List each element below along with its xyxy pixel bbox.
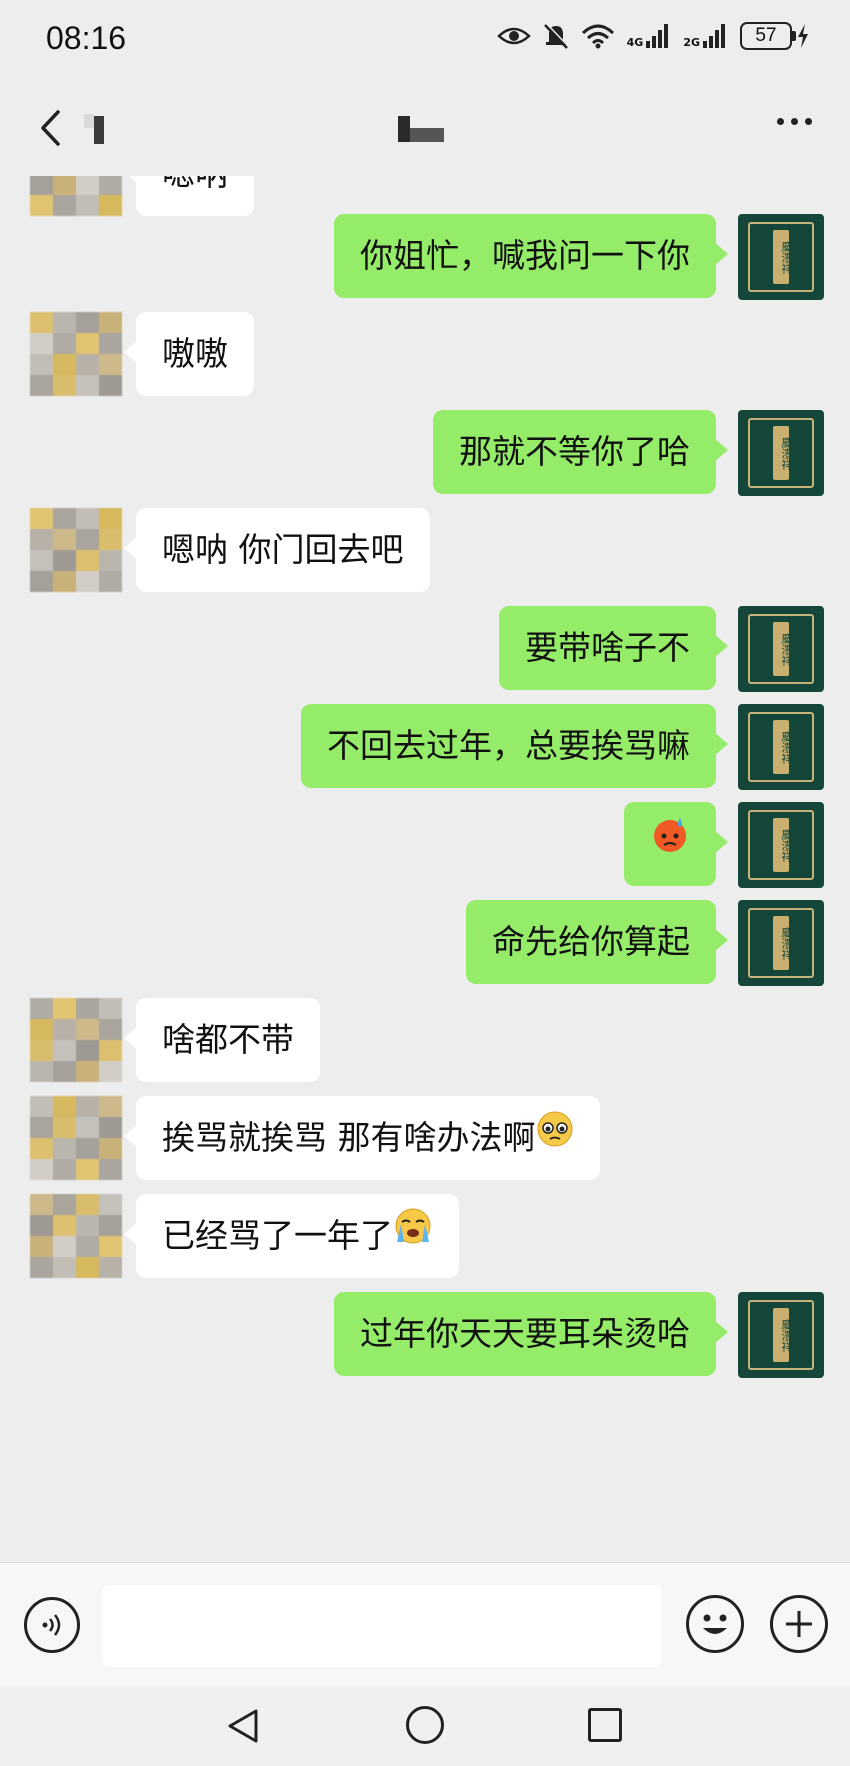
my-avatar[interactable]: 慶澧祥 — [738, 900, 824, 986]
cold-sweat-emoji — [650, 801, 690, 885]
message-input[interactable] — [102, 1585, 662, 1667]
status-icons: 4G 2G 57 — [496, 22, 810, 50]
message-row-outgoing: 慶澧祥 那就不等你了哈 — [0, 410, 850, 496]
message-row-outgoing: 慶澧祥 — [0, 801, 850, 888]
my-avatar[interactable]: 慶澧祥 — [738, 802, 824, 888]
loudly-crying-emoji — [393, 1193, 433, 1277]
my-avatar[interactable]: 慶澧祥 — [738, 410, 824, 496]
eye-icon — [496, 24, 531, 48]
plus-button[interactable] — [770, 1595, 828, 1653]
avatar-logo-text: 慶澧祥 — [780, 926, 793, 960]
pleading-face-emoji — [536, 1095, 574, 1179]
my-avatar[interactable]: 慶澧祥 — [738, 704, 824, 790]
plus-icon — [786, 1611, 812, 1637]
system-back-button[interactable] — [226, 1708, 260, 1748]
system-recents-button[interactable] — [588, 1708, 622, 1742]
voice-button[interactable] — [24, 1597, 80, 1653]
message-list[interactable]: 嗯呐慶澧祥你姐忙，喊我问一下你嗷嗷慶澧祥那就不等你了哈嗯呐 你门回去吧慶澧祥要带… — [0, 176, 850, 1562]
wifi-icon — [581, 23, 615, 49]
more-dots-icon — [777, 118, 784, 125]
signal-2g-icon: 2G — [683, 23, 728, 49]
net-2g-label: 2G — [683, 36, 700, 49]
message-bubble[interactable]: 过年你天天要耳朵烫哈 — [334, 1292, 728, 1376]
voice-icon — [42, 1614, 61, 1636]
message-row-outgoing: 慶澧祥 过年你天天要耳朵烫哈 — [0, 1292, 850, 1378]
avatar-logo-text: 慶澧祥 — [780, 436, 793, 470]
message-row-incoming: 嗯呐 你门回去吧 — [0, 508, 850, 592]
status-bar: 08:16 4G 2G 57 — [0, 0, 850, 80]
avatar-logo-text: 慶澧祥 — [780, 240, 793, 274]
message-row-incoming: 啥都不带 — [0, 998, 850, 1082]
message-text: 你姐忙，喊我问一下你 — [360, 236, 690, 275]
message-row-outgoing: 慶澧祥 要带啥子不 — [0, 606, 850, 692]
avatar-logo-text: 慶澧祥 — [780, 828, 793, 862]
blurred-contact-marker — [78, 112, 114, 148]
message-bubble[interactable]: 啥都不带 — [124, 998, 320, 1082]
message-bubble[interactable]: 嗯呐 — [124, 176, 254, 216]
battery-level: 57 — [740, 22, 792, 50]
message-row-incoming: 挨骂就挨骂 那有啥办法啊 — [0, 1096, 850, 1180]
contact-avatar[interactable] — [30, 508, 122, 592]
message-row-incoming: 嗷嗷 — [0, 312, 850, 396]
net-4g-label: 4G — [626, 36, 644, 49]
message-bubble[interactable]: 要带啥子不 — [499, 606, 728, 690]
message-text: 不回去过年，总要挨骂嘛 — [327, 726, 690, 765]
message-text: 要带啥子不 — [525, 628, 690, 667]
message-bubble[interactable]: 已经骂了一年了 — [124, 1193, 459, 1278]
my-avatar[interactable]: 慶澧祥 — [738, 1292, 824, 1378]
mute-bell-icon — [543, 22, 569, 50]
message-bubble[interactable]: 那就不等你了哈 — [433, 410, 728, 494]
message-bubble[interactable] — [624, 801, 728, 886]
message-text: 命先给你算起 — [492, 922, 690, 961]
contact-avatar[interactable] — [30, 1194, 122, 1278]
chat-header — [0, 80, 850, 176]
message-bubble[interactable]: 挨骂就挨骂 那有啥办法啊 — [124, 1095, 600, 1180]
chevron-left-icon — [41, 110, 60, 146]
charging-icon — [798, 24, 808, 48]
contact-name-redacted — [398, 116, 444, 142]
message-row-outgoing: 慶澧祥 命先给你算起 — [0, 900, 850, 986]
message-bubble[interactable]: 命先给你算起 — [466, 900, 728, 984]
system-nav-bar — [0, 1686, 850, 1766]
message-row-incoming: 嗯呐 — [0, 176, 850, 216]
message-text: 那就不等你了哈 — [459, 432, 690, 471]
contact-avatar[interactable] — [30, 1096, 122, 1180]
message-text: 挨骂就挨骂 那有啥办法啊 — [162, 1118, 536, 1157]
message-row-outgoing: 慶澧祥 你姐忙，喊我问一下你 — [0, 214, 850, 300]
message-bubble[interactable]: 嗷嗷 — [124, 312, 254, 396]
system-home-button[interactable] — [406, 1706, 444, 1744]
message-bubble[interactable]: 不回去过年，总要挨骂嘛 — [301, 704, 728, 788]
avatar-logo-text: 慶澧祥 — [780, 730, 793, 764]
message-text: 已经骂了一年了 — [162, 1216, 393, 1255]
battery-icon: 57 — [740, 22, 810, 50]
status-time: 08:16 — [46, 20, 127, 56]
my-avatar[interactable]: 慶澧祥 — [738, 214, 824, 300]
contact-avatar[interactable] — [30, 312, 122, 396]
contact-avatar[interactable] — [30, 998, 122, 1082]
message-row-outgoing: 慶澧祥 不回去过年，总要挨骂嘛 — [0, 704, 850, 790]
message-text: 啥都不带 — [162, 1020, 294, 1059]
message-text: 嗯呐 你门回去吧 — [162, 530, 404, 569]
avatar-logo-text: 慶澧祥 — [780, 632, 793, 666]
message-text: 嗷嗷 — [162, 334, 228, 373]
avatar-logo-text: 慶澧祥 — [780, 1318, 793, 1352]
message-bubble[interactable]: 嗯呐 你门回去吧 — [124, 508, 430, 592]
emoji-button[interactable] — [686, 1595, 744, 1653]
signal-4g-icon: 4G — [627, 23, 672, 49]
message-text: 过年你天天要耳朵烫哈 — [360, 1314, 690, 1353]
my-avatar[interactable]: 慶澧祥 — [738, 606, 824, 692]
triangle-back-icon — [228, 1709, 258, 1743]
message-bubble[interactable]: 你姐忙，喊我问一下你 — [334, 214, 728, 298]
contact-avatar[interactable] — [30, 176, 122, 216]
more-button[interactable] — [777, 118, 812, 125]
smiley-icon — [703, 1614, 727, 1634]
message-row-incoming: 已经骂了一年了 — [0, 1194, 850, 1278]
input-bar — [0, 1562, 850, 1686]
back-button[interactable] — [30, 108, 70, 148]
message-text: 嗯呐 — [162, 176, 228, 193]
